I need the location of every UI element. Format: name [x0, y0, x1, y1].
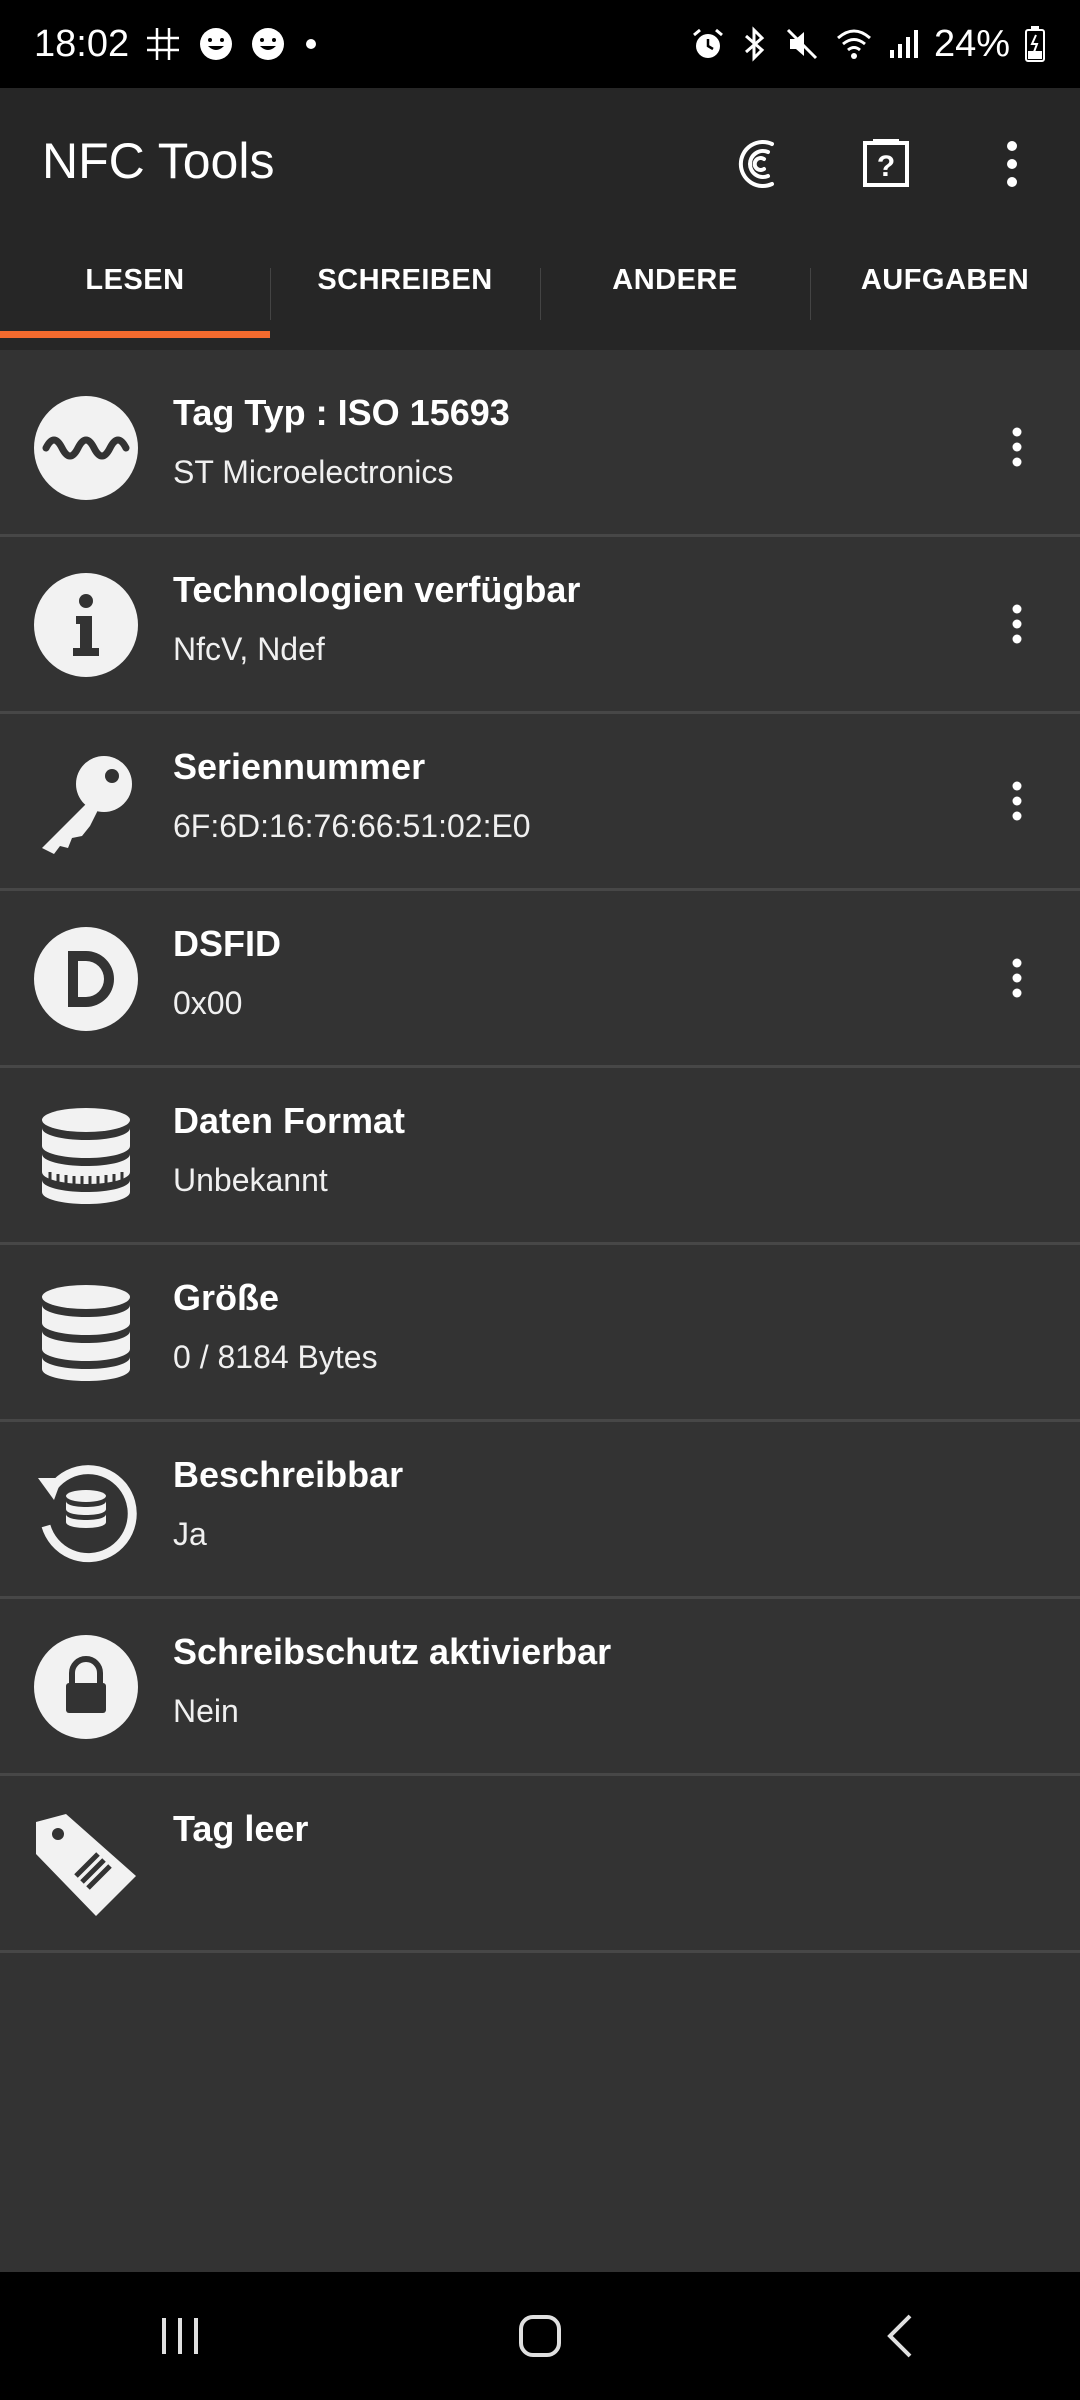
item-menu-button[interactable]	[992, 943, 1042, 1013]
list-item-dsfid[interactable]: DSFID 0x00	[0, 891, 1080, 1068]
item-value: 0 / 8184 Bytes	[173, 1339, 378, 1375]
bluetooth-icon	[740, 26, 770, 62]
overflow-menu-icon	[1012, 781, 1022, 821]
recents-button[interactable]	[110, 2286, 250, 2386]
app-actions: ?	[712, 118, 1060, 214]
overflow-menu-icon	[1012, 427, 1022, 467]
database-icon	[32, 1102, 140, 1210]
item-value: Nein	[173, 1693, 239, 1729]
rewritable-icon	[32, 1456, 140, 1564]
item-title: Daten Format	[173, 1100, 406, 1141]
dot-icon	[301, 34, 321, 54]
list-item-data-format[interactable]: Daten Format Unbekannt	[0, 1068, 1080, 1245]
system-nav-bar	[0, 2272, 1080, 2400]
tab-bar: LESEN SCHREIBEN ANDERE AUFGABEN	[0, 210, 1080, 350]
tab-andere[interactable]: ANDERE	[540, 210, 810, 350]
list-item-tag-type[interactable]: Tag Typ : ISO 15693 ST Microelectronics	[0, 360, 1080, 537]
item-title: Beschreibbar	[173, 1454, 404, 1495]
list-item-writable[interactable]: Beschreibbar Ja	[0, 1422, 1080, 1599]
signal-icon	[888, 26, 920, 62]
item-menu-button[interactable]	[992, 412, 1042, 482]
list-item-tag-empty[interactable]: Tag leer	[0, 1776, 1080, 1953]
back-button[interactable]	[830, 2286, 970, 2386]
list-item-serial-number[interactable]: Seriennummer 6F:6D:16:76:66:51:02:E0	[0, 714, 1080, 891]
item-title: Tag Typ : ISO 15693	[173, 392, 510, 433]
emoji-icon	[249, 25, 287, 63]
item-title: Größe	[173, 1277, 280, 1318]
nfc-scan-icon	[732, 136, 788, 197]
database-icon	[32, 1279, 140, 1387]
item-title: Schreibschutz aktivierbar	[173, 1631, 612, 1672]
item-value: ST Microelectronics	[173, 454, 454, 490]
status-bar: 18:02 24%	[0, 0, 1080, 88]
item-title: Seriennummer	[173, 746, 426, 787]
recents-icon	[162, 2318, 198, 2354]
help-button[interactable]: ?	[838, 118, 934, 214]
home-icon	[519, 2315, 561, 2357]
item-value: Ja	[173, 1516, 207, 1552]
item-title: Tag leer	[173, 1808, 309, 1849]
item-value: Unbekannt	[173, 1162, 328, 1198]
list-item-lockable[interactable]: Schreibschutz aktivierbar Nein	[0, 1599, 1080, 1776]
item-value: 0x00	[173, 985, 243, 1021]
overflow-menu-icon	[1004, 140, 1020, 193]
status-time: 18:02	[34, 22, 130, 65]
help-icon: ?	[859, 137, 913, 196]
tag-icon	[32, 1810, 140, 1918]
wifi-icon	[834, 26, 874, 62]
svg-text:?: ?	[877, 150, 895, 183]
item-title: Technologien verfügbar	[173, 569, 581, 610]
tab-lesen[interactable]: LESEN	[0, 210, 270, 350]
lock-icon	[32, 1633, 140, 1741]
back-icon	[887, 2314, 912, 2358]
status-right: 24%	[690, 23, 1046, 66]
status-left: 18:02	[34, 23, 321, 66]
tag-info-list: Tag Typ : ISO 15693 ST Microelectronics …	[0, 360, 1080, 1953]
overflow-menu-icon	[1012, 958, 1022, 998]
key-icon	[32, 748, 140, 856]
list-item-technologies[interactable]: Technologien verfügbar NfcV, Ndef	[0, 537, 1080, 714]
tab-aufgaben[interactable]: AUFGABEN	[810, 210, 1080, 350]
item-menu-button[interactable]	[992, 589, 1042, 659]
overflow-menu-icon	[1012, 604, 1022, 644]
list-item-size[interactable]: Größe 0 / 8184 Bytes	[0, 1245, 1080, 1422]
battery-icon	[1024, 25, 1046, 63]
tic-tac-toe-icon	[143, 24, 183, 64]
home-button[interactable]	[470, 2286, 610, 2386]
battery-percent: 24%	[933, 22, 1010, 65]
tab-schreiben[interactable]: SCHREIBEN	[270, 210, 540, 350]
item-menu-button[interactable]	[992, 766, 1042, 836]
item-title: DSFID	[173, 923, 281, 964]
alarm-icon	[690, 26, 726, 62]
wave-icon	[32, 394, 140, 502]
letter-d-icon	[32, 925, 140, 1033]
emoji-icon	[197, 25, 235, 63]
item-value: NfcV, Ndef	[173, 631, 325, 667]
item-value: 6F:6D:16:76:66:51:02:E0	[173, 808, 531, 844]
info-icon	[32, 571, 140, 679]
app-title: NFC Tools	[42, 133, 275, 189]
overflow-menu-button[interactable]	[964, 118, 1060, 214]
nfc-scan-button[interactable]	[712, 118, 808, 214]
mute-icon	[784, 26, 820, 62]
